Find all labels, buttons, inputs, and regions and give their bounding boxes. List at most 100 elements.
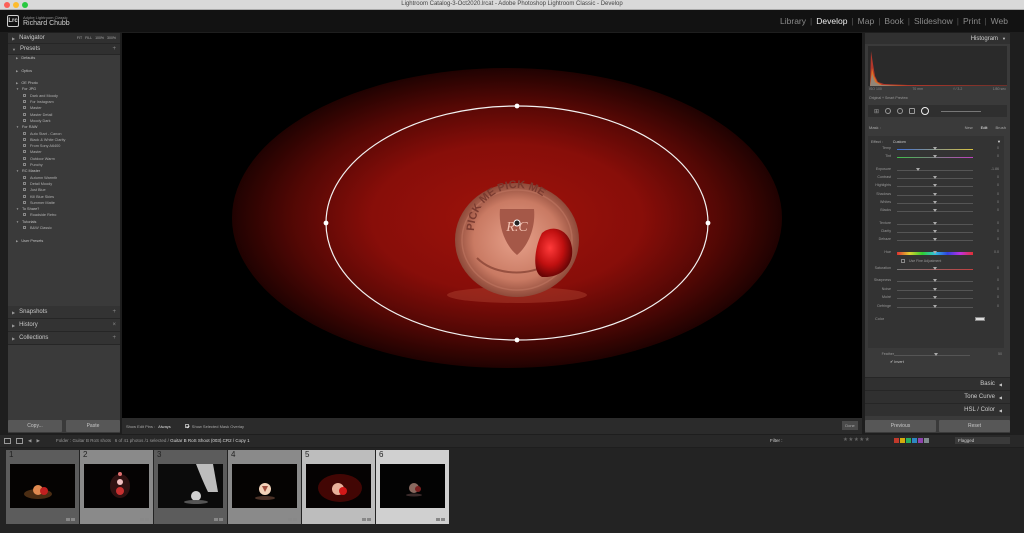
feather-track[interactable] [894,355,970,356]
section-snapshots[interactable]: ▶ Snapshots + [8,306,120,319]
copy-button[interactable]: Copy... [8,420,62,432]
contrast-value[interactable]: 0 [997,175,999,179]
checkmark-icon[interactable]: ✔ [890,360,893,364]
contrast-knob[interactable] [933,176,937,180]
slider-saturation[interactable]: Saturation 0 [871,265,1001,273]
texture-knob[interactable] [933,221,937,225]
slider-moir[interactable]: Moiré 0 [871,294,1001,302]
slider-noise[interactable]: Noise 0 [871,286,1001,294]
mask-handle-top[interactable] [514,103,520,109]
tint-knob[interactable] [933,155,937,159]
highlights-knob[interactable] [933,184,937,188]
add-icon[interactable]: + [112,309,116,315]
module-book[interactable]: Book [880,16,907,26]
filmstrip-thumbnail[interactable]: 3 [154,450,227,524]
red-eye-icon[interactable] [897,108,904,114]
slider-clarity[interactable]: Clarity 0 [871,228,1001,236]
texture-value[interactable]: 0 [997,221,999,225]
clarity-value[interactable]: 0 [997,229,999,233]
zoom-fit[interactable]: FIT [77,36,82,40]
loupe-view-icon[interactable] [16,438,23,444]
section-history[interactable]: ▶ History × [8,319,120,332]
temp-knob[interactable] [933,147,937,150]
zoom-fill[interactable]: FILL [85,36,92,40]
show-mask-overlay-checkbox[interactable] [184,424,189,428]
zoom-300[interactable]: 300% [107,36,116,40]
clear-history-icon[interactable]: × [112,322,116,328]
preset-folder-user-presets[interactable]: ▶ User Presets [16,238,120,244]
hue-knob[interactable] [933,250,937,254]
slider-hue[interactable]: Hue 0.0 [871,249,1001,257]
sharpness-knob[interactable] [933,279,937,283]
filmstrip-thumbnail[interactable]: 6 [376,450,449,524]
photo-canvas[interactable]: PICK ME PICK ME R.C [122,33,862,418]
section-hsl-color[interactable]: HSL / Color ◀ [865,403,1010,416]
noise-knob[interactable] [933,287,937,291]
section-tone-curve[interactable]: Tone Curve ◀ [865,390,1010,403]
filmstrip-breadcrumb[interactable]: Folder : Guitar B RoS shots 6 of 41 phot… [56,438,250,443]
exposure-knob[interactable] [916,167,921,171]
hue-value[interactable]: 0.0 [994,250,999,254]
dehaze-value[interactable]: 0 [997,237,999,241]
color-label-swatch[interactable] [900,438,905,443]
shadows-value[interactable]: 0 [997,192,999,196]
slider-blacks[interactable]: Blacks 0 [871,207,1001,215]
filmstrip-thumbnail[interactable]: 4 [228,450,301,524]
dehaze-knob[interactable] [933,238,937,242]
temp-value[interactable]: 0 [997,146,999,150]
color-label-swatch[interactable] [918,438,923,443]
section-basic[interactable]: Basic ◀ [865,377,1010,390]
slider-contrast[interactable]: Contrast 0 [871,174,1001,182]
brush-slider[interactable] [941,110,982,112]
mask-pin[interactable] [513,219,521,227]
zoom-100[interactable]: 100% [95,36,104,40]
color-label-swatch[interactable] [894,438,899,443]
slider-temp[interactable]: Temp 0 [871,145,1001,153]
done-button[interactable]: Done [842,421,858,430]
slider-highlights[interactable]: Highlights 0 [871,182,1001,190]
filmstrip-thumbnail[interactable]: 1 [6,450,79,524]
slider-feather[interactable]: Feather 50 [868,351,1004,359]
previous-button[interactable]: Previous [865,420,936,432]
moir-value[interactable]: 0 [997,295,999,299]
folder-source[interactable]: Folder : Guitar B RoS shots [56,438,111,443]
forward-arrow-icon[interactable]: ▶ [36,438,39,444]
graduated-filter-icon[interactable] [909,108,916,114]
color-label-swatch[interactable] [906,438,911,443]
module-map[interactable]: Map [854,16,879,26]
slider-whites[interactable]: Whites 0 [871,199,1001,207]
blacks-value[interactable]: 0 [997,208,999,212]
slider-texture[interactable]: Texture 0 [871,220,1001,228]
slider-exposure[interactable]: Exposure -1.86 [871,166,1001,174]
triangle-down-icon[interactable]: ▼ [997,139,1001,144]
radial-filter-icon[interactable] [921,107,930,115]
fine-adjust-checkbox[interactable] [901,259,905,264]
flagged-dropdown[interactable]: Flagged [955,437,1010,444]
fine-adjust-row[interactable]: Use Fine Adjustment [871,257,1001,265]
moir-knob[interactable] [933,296,937,300]
filmstrip-thumbnail[interactable]: 2 [80,450,153,524]
feather-value[interactable]: 50 [998,352,1002,356]
section-collections[interactable]: ▶ Collections + [8,332,120,345]
slider-defringe[interactable]: Defringe 0 [871,303,1001,311]
shadows-knob[interactable] [933,192,937,196]
invert-row[interactable]: ✔ Invert [868,359,1004,364]
spot-removal-icon[interactable] [885,108,892,114]
add-preset-icon[interactable]: + [112,46,116,52]
blacks-knob[interactable] [933,209,937,213]
defringe-knob[interactable] [933,304,937,308]
whites-value[interactable]: 0 [997,200,999,204]
clarity-knob[interactable] [933,230,937,234]
module-develop[interactable]: Develop [812,16,851,26]
exposure-value[interactable]: -1.86 [991,167,999,171]
mask-brush[interactable]: Brush [996,125,1006,130]
histogram[interactable] [868,46,1007,86]
tint-value[interactable]: 0 [997,154,999,158]
slider-sharpness[interactable]: Sharpness 0 [871,277,1001,285]
mask-handle-right[interactable] [705,220,711,226]
effect-dropdown[interactable]: Custom [893,140,906,144]
module-slideshow[interactable]: Slideshow [910,16,957,26]
mask-handle-left[interactable] [323,220,329,226]
highlights-value[interactable]: 0 [997,183,999,187]
slider-tint[interactable]: Tint 0 [871,153,1001,161]
